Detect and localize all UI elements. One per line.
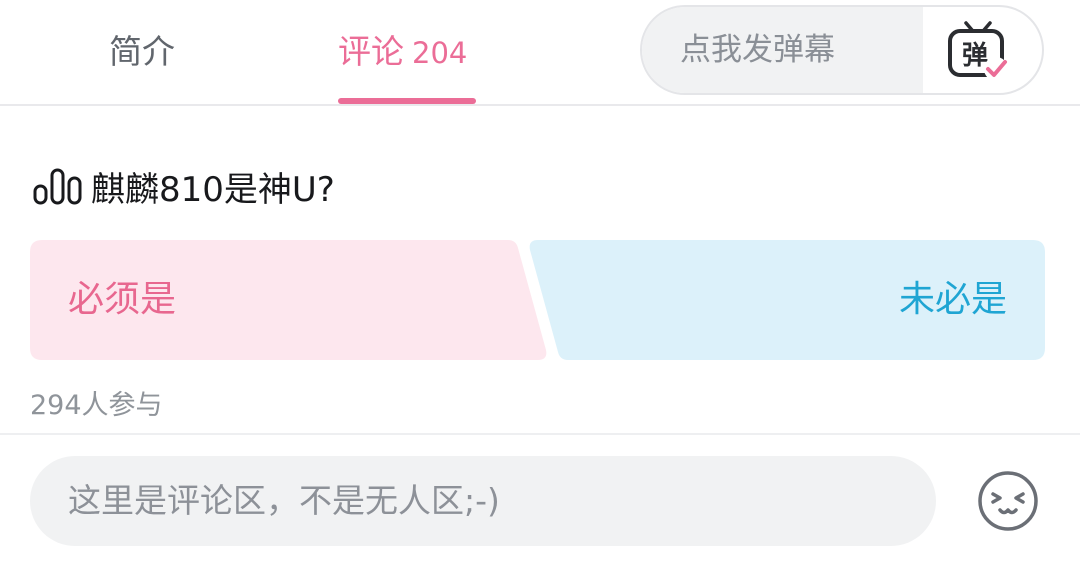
vote-option-no-label[interactable]: 未必是 — [899, 276, 1007, 324]
emoji-button[interactable] — [975, 469, 1041, 533]
tab-bar: 简介 评论 204 点我发弹幕 弹 — [0, 0, 1080, 106]
divider — [0, 433, 1080, 435]
tab-intro[interactable]: 简介 — [109, 26, 175, 78]
tab-intro-label: 简介 — [109, 32, 175, 71]
tab-comments[interactable]: 评论 204 — [338, 26, 467, 78]
tab-comments-label: 评论 — [338, 32, 404, 71]
poll-bars-icon — [33, 168, 82, 205]
vote-question: 麒麟810是神U? — [91, 169, 335, 210]
vote-participants: 294人参与 — [30, 390, 163, 421]
danmaku-input[interactable]: 点我发弹幕 — [642, 7, 923, 93]
danmaku-toggle-button[interactable]: 弹 — [938, 17, 1018, 87]
video-detail-panel: 简介 评论 204 点我发弹幕 弹 麒麟810是神U? 必须是 未必是 294人… — [0, 0, 1080, 566]
danmaku-tv-icon: 弹 — [948, 21, 1008, 81]
danmaku-bar: 点我发弹幕 弹 — [640, 5, 1044, 95]
emoji-face-icon — [978, 471, 1038, 531]
danmaku-toggle-glyph: 弹 — [962, 41, 988, 71]
active-tab-indicator — [338, 98, 476, 104]
vote-option-yes-label[interactable]: 必须是 — [68, 276, 176, 324]
tab-comments-count: 204 — [412, 36, 468, 70]
vote-options: 必须是 未必是 — [30, 240, 1045, 360]
comment-input[interactable]: 这里是评论区，不是无人区;-) — [30, 456, 936, 546]
vote-title-row: 麒麟810是神U? — [33, 160, 335, 212]
